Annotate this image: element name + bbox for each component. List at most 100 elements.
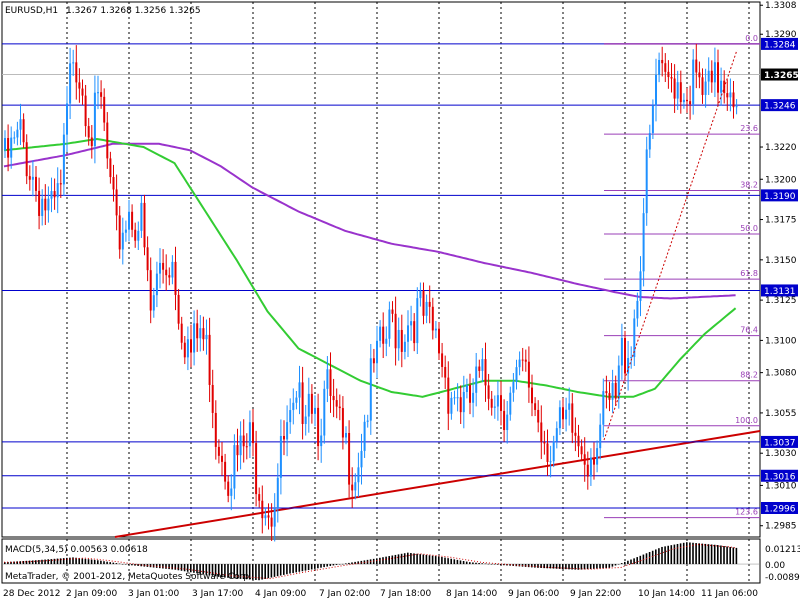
macd-bar xyxy=(546,564,549,569)
candle-body xyxy=(717,62,719,93)
candle-body xyxy=(543,441,546,444)
candle-body xyxy=(503,410,506,431)
candle-body xyxy=(162,262,165,270)
macd-bar xyxy=(586,564,589,570)
candle-body xyxy=(44,198,47,211)
candle-body xyxy=(376,340,378,364)
candle-body xyxy=(534,403,537,410)
candle-body xyxy=(403,341,406,352)
candle-body xyxy=(248,422,251,447)
candle-body xyxy=(10,137,13,158)
candle-body xyxy=(22,119,25,143)
price-chart[interactable]: 0.0 23.6 38.2 50.0 61.8 76.4 88.2 100.0 123.6 1.… xyxy=(0,0,800,600)
price-tick-label: 1.3010 xyxy=(765,481,797,491)
candle-body xyxy=(500,395,502,411)
macd-bar xyxy=(732,547,735,565)
ohlc-label: 1.3267 1.3268 1.3256 1.3265 xyxy=(66,6,201,16)
candle-body xyxy=(670,77,673,79)
candle-body xyxy=(686,99,688,102)
candle-body xyxy=(193,323,196,353)
macd-bar xyxy=(624,561,626,565)
candle-body xyxy=(658,59,661,75)
candle-body xyxy=(159,262,161,274)
candle-body xyxy=(453,397,456,399)
macd-bar xyxy=(118,563,121,565)
candle-body xyxy=(28,176,31,180)
candle-body xyxy=(490,398,493,408)
candle-body xyxy=(580,446,583,455)
candle-body xyxy=(689,101,692,105)
macd-bar xyxy=(44,559,46,565)
candle-body xyxy=(531,387,533,404)
macd-bar xyxy=(103,561,105,565)
candle-body xyxy=(540,422,543,442)
candle-body xyxy=(679,82,682,103)
candle-body xyxy=(326,369,329,389)
macd-bar xyxy=(168,564,170,570)
candle-body xyxy=(115,189,118,216)
macd-bar xyxy=(121,564,124,565)
macd-bar xyxy=(453,559,456,565)
candle-body xyxy=(69,63,72,104)
candle-body xyxy=(314,407,316,414)
macd-bar xyxy=(47,559,49,565)
level-tag-text: 1.3037 xyxy=(764,438,796,448)
candle-body xyxy=(434,328,437,331)
fib-level-label: 38.2 xyxy=(740,181,758,190)
macd-bar xyxy=(270,564,273,578)
candle-body xyxy=(568,403,571,410)
candle-body xyxy=(469,385,471,403)
candle-body xyxy=(128,211,130,230)
macd-bar xyxy=(413,553,415,565)
candle-body xyxy=(441,353,444,367)
candle-body xyxy=(710,70,713,83)
candle-body xyxy=(413,321,416,344)
macd-bar xyxy=(723,545,725,565)
candle-body xyxy=(345,432,347,438)
price-tick-label: 1.3030 xyxy=(765,449,797,459)
macd-bar xyxy=(478,563,480,565)
macd-bar xyxy=(348,562,350,565)
candle-body xyxy=(258,494,261,501)
candle-body xyxy=(642,213,645,272)
candle-body xyxy=(444,366,447,378)
macd-bar xyxy=(183,564,186,572)
candle-body xyxy=(106,122,109,159)
macd-bar xyxy=(726,546,728,565)
candle-body xyxy=(372,358,375,364)
candle-body xyxy=(422,290,425,316)
candle-body xyxy=(555,428,558,442)
candle-body xyxy=(208,334,211,385)
macd-bar xyxy=(655,549,657,565)
candle-body xyxy=(369,358,372,421)
candle-body xyxy=(217,446,220,456)
candle-body xyxy=(509,392,512,415)
candle-body xyxy=(35,176,37,191)
candle-body xyxy=(521,359,524,361)
macd-bar xyxy=(493,564,496,565)
candle-body xyxy=(735,106,738,108)
macd-bar xyxy=(289,564,291,574)
candle-body xyxy=(596,448,599,465)
price-tick-label: 1.3055 xyxy=(765,409,797,419)
macd-bar xyxy=(456,559,459,565)
candle-body xyxy=(397,329,400,349)
candle-body xyxy=(527,361,530,388)
price-tick-label: 1.3308 xyxy=(765,1,797,11)
candle-body xyxy=(320,435,323,447)
candle-body xyxy=(475,366,478,393)
macd-bar xyxy=(50,559,53,565)
macd-bar xyxy=(679,543,682,565)
candle-body xyxy=(630,357,633,359)
time-tick-label: 3 Jan 01:00 xyxy=(128,589,180,599)
candle-body xyxy=(624,338,626,374)
candle-body xyxy=(487,385,490,399)
macd-bar xyxy=(341,563,344,565)
macd-bar xyxy=(661,546,663,565)
macd-bar xyxy=(35,560,37,565)
macd-bar xyxy=(695,543,697,565)
macd-bar xyxy=(159,564,161,569)
macd-bar xyxy=(174,564,177,570)
macd-bar xyxy=(459,560,462,565)
macd-bar xyxy=(323,564,325,568)
